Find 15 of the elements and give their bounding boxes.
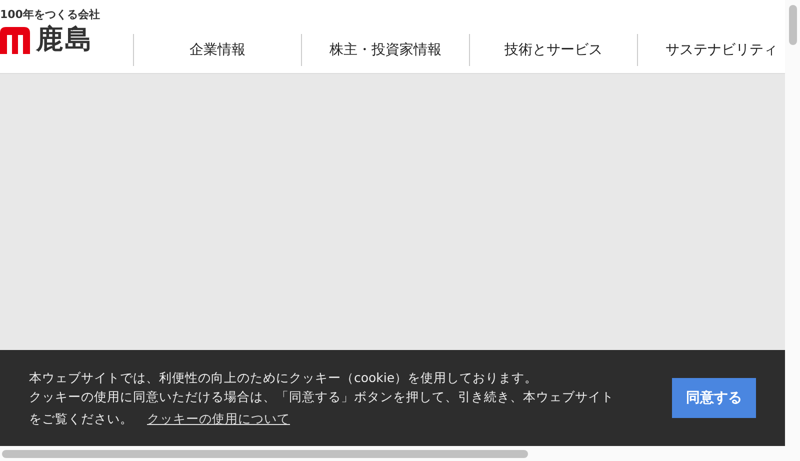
agree-button[interactable]: 同意する <box>672 378 756 418</box>
horizontal-scrollbar[interactable] <box>0 446 785 461</box>
tagline: 100年をつくる会社 <box>0 8 100 22</box>
logo-mark-icon <box>0 26 30 54</box>
scrollbar-thumb[interactable] <box>788 5 796 45</box>
nav-link[interactable]: 企業情報 <box>133 34 301 66</box>
cookie-notice-text: をご覧ください。 <box>29 411 133 426</box>
nav-link[interactable]: 技術とサービス <box>469 34 637 66</box>
nav-link[interactable]: 株主・投資家情報 <box>301 34 469 66</box>
vertical-scrollbar[interactable] <box>785 0 800 461</box>
logo-text[interactable]: 鹿島 <box>36 25 94 55</box>
scrollbar-thumb[interactable] <box>2 450 528 458</box>
cookie-policy-link[interactable]: クッキーの使用について <box>147 411 290 426</box>
cookie-notice-text: 本ウェブサイトでは、利便性の向上のためにクッキー（cookie）を使用しております。 <box>29 370 538 385</box>
cookie-notice-text: クッキーの使用に同意いただける場合は、「同意する」ボタンを押して、引き続き、本ウェブサイト <box>29 389 614 404</box>
